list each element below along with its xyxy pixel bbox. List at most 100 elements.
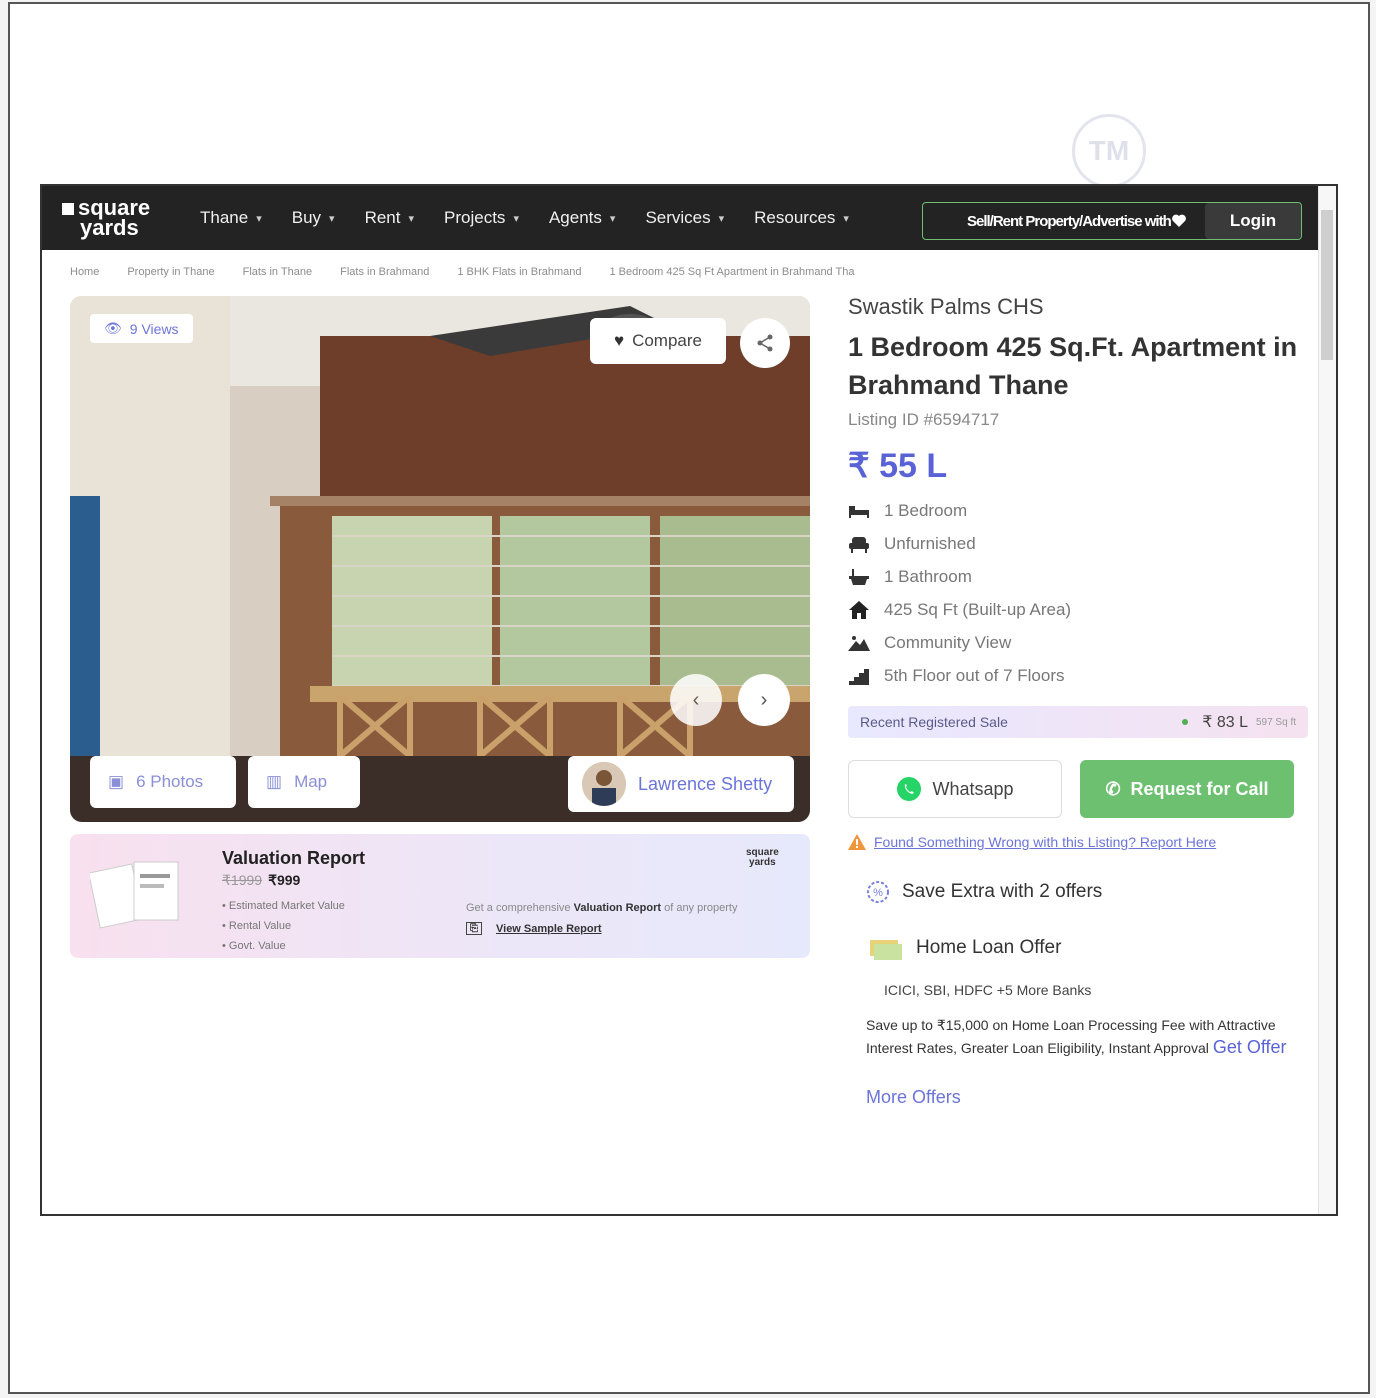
home-loan-heading: Home Loan Offer [848,934,1308,962]
feature-label: 425 Sq Ft (Built-up Area) [884,599,1072,619]
desc-suffix: of any property [664,902,738,914]
nav-item-buy[interactable]: Buy ▾ [292,208,335,228]
nav-item-thane[interactable]: Thane ▾ [200,208,262,228]
chevron-down-icon: ▾ [329,212,335,225]
feature-label: 5th Floor out of 7 Floors [884,665,1065,685]
bullet-text: Rental Value [228,920,292,932]
top-navbar: square yards Thane ▾ Buy ▾ Rent ▾ Projects ▾… [42,186,1336,250]
view-sample-report-link[interactable]: ⎘ View Sample Report [466,922,602,935]
valuation-bullets: • Estimated Market Value • Rental Value … [222,896,345,956]
photos-button[interactable]: ▣ 6 Photos [90,756,236,808]
whatsapp-button[interactable]: Whatsapp [848,760,1062,818]
heart-icon [1172,214,1186,227]
prev-photo-button[interactable]: ‹ [670,674,722,726]
vertical-scrollbar[interactable] [1318,186,1336,1214]
avatar [582,762,626,806]
agent-contact-button[interactable]: Lawrence Shetty [568,756,794,812]
recent-sale-price: ₹ 83 L [1202,714,1248,731]
brand-logo: square yards [746,848,779,868]
breadcrumb-item[interactable]: Flats in Brahmand [340,266,429,278]
feature-item: 1 Bathroom [848,560,1308,593]
floor-icon [848,666,870,686]
offers-title: Save Extra with 2 offers [902,881,1103,902]
heart-icon: ♥ [613,331,625,350]
valuation-price: ₹1999 ₹999 [222,872,300,889]
breadcrumb: Home Property in Thane Flats in Thane Fl… [70,266,883,278]
nav-menu: Thane ▾ Buy ▾ Rent ▾ Projects ▾ Agents ▾ Serv… [200,208,879,228]
home-loan-title: Home Loan Offer [916,937,1062,958]
share-button[interactable] [740,318,790,368]
request-call-button[interactable]: ✆ Request for Call [1080,760,1294,818]
get-offer-link[interactable]: Get Offer [1213,1037,1287,1057]
feature-item: 5th Floor out of 7 Floors [848,659,1308,692]
breadcrumb-item[interactable]: Home [70,266,99,278]
views-label: 9 Views [129,320,179,337]
nav-label: Buy [291,208,322,227]
report-link-text: Found Something Wrong with this Listing?… [874,834,1217,850]
phone-icon: ✆ [1105,778,1121,799]
loan-description: Save up to ₹15,000 on Home Loan Processi… [848,1014,1288,1059]
bullet-item: • Rental Value [222,920,292,932]
feature-label: Unfurnished [884,533,976,553]
feature-item: Community View [848,626,1308,659]
next-photo-button[interactable]: › [738,674,790,726]
nav-item-resources[interactable]: Resources ▾ [754,208,849,228]
new-price: ₹999 [268,872,301,888]
nav-label: Projects [444,208,506,227]
compare-button[interactable]: ♥ Compare [590,318,726,364]
login-button[interactable]: Login [1205,203,1301,239]
chevron-down-icon: ▾ [408,212,415,225]
scrollbar-thumb[interactable] [1321,210,1333,360]
breadcrumb-current: 1 Bedroom 425 Sq Ft Apartment in Brahman… [609,266,855,278]
nav-item-rent[interactable]: Rent ▾ [365,208,414,228]
nav-item-projects[interactable]: Projects ▾ [444,208,519,228]
listing-id: Listing ID #6594717 [848,410,1000,429]
breadcrumb-item[interactable]: 1 BHK Flats in Brahmand [457,266,581,278]
feature-label: Community View [884,632,1012,652]
report-listing-link[interactable]: Found Something Wrong with this Listing?… [848,834,1308,850]
more-offers-link[interactable]: More Offers [848,1087,1308,1108]
bullet-item: • Estimated Market Value [222,900,345,912]
report-document-icon [90,861,179,929]
warning-icon [848,834,866,850]
chevron-down-icon: ▾ [718,212,725,225]
feature-label: 1 Bedroom [884,500,968,520]
whatsapp-label: Whatsapp [932,778,1014,799]
agent-name: Lawrence Shetty [638,773,773,794]
valuation-report-banner[interactable]: Valuation Report ₹1999 ₹999 • Estimated M… [70,834,810,958]
breadcrumb-item[interactable]: Flats in Thane [243,266,313,278]
society-name[interactable]: Swastik Palms CHS [848,294,1308,320]
property-photo-gallery[interactable]: 👁 9 Views ♥ Compare ‹ › ▣ 6 Photos ▥ Map… [70,296,810,822]
recent-registered-sale[interactable]: Recent Registered Sale ₹ 83 L 597 Sq ft [848,706,1308,738]
photos-label: 6 Photos [136,772,204,791]
nav-label: Resources [754,208,836,227]
post-property-button[interactable]: Sell/Rent Property/Advertise with Login [922,202,1302,240]
bathtub-icon [848,567,870,587]
map-button[interactable]: ▥ Map [248,756,360,808]
bed-icon [848,501,870,521]
recent-sale-label: Recent Registered Sale [860,714,1008,730]
views-badge: 👁 9 Views [90,314,193,343]
status-dot-icon [1182,719,1189,725]
bullet-text: Govt. Value [228,940,286,952]
brand-line-2: yards [749,857,776,868]
share-icon [757,334,773,352]
discount-icon: % [867,881,889,903]
feature-item: 425 Sq Ft (Built-up Area) [848,593,1308,626]
valuation-description: Get a comprehensive Valuation Report of … [466,902,737,914]
listing-price: ₹ 55 L [848,447,948,485]
nav-item-agents[interactable]: Agents ▾ [549,208,615,228]
valuation-title: Valuation Report [222,848,366,868]
chevron-down-icon: ▾ [609,212,616,225]
recent-sale-value: ₹ 83 L 597 Sq ft [1182,712,1296,732]
nav-item-services[interactable]: Services ▾ [645,208,724,228]
site-logo[interactable]: square yards [62,197,182,240]
logo-text-bottom: yards [80,215,139,240]
compare-label: Compare [632,331,702,350]
listing-details: Swastik Palms CHS 1 Bedroom 425 Sq.Ft. A… [848,294,1308,1108]
pdf-icon: ⎘ [466,922,482,935]
breadcrumb-item[interactable]: Property in Thane [127,266,214,278]
call-label: Request for Call [1130,778,1269,799]
sofa-icon [848,534,870,554]
map-label: Map [294,772,328,791]
